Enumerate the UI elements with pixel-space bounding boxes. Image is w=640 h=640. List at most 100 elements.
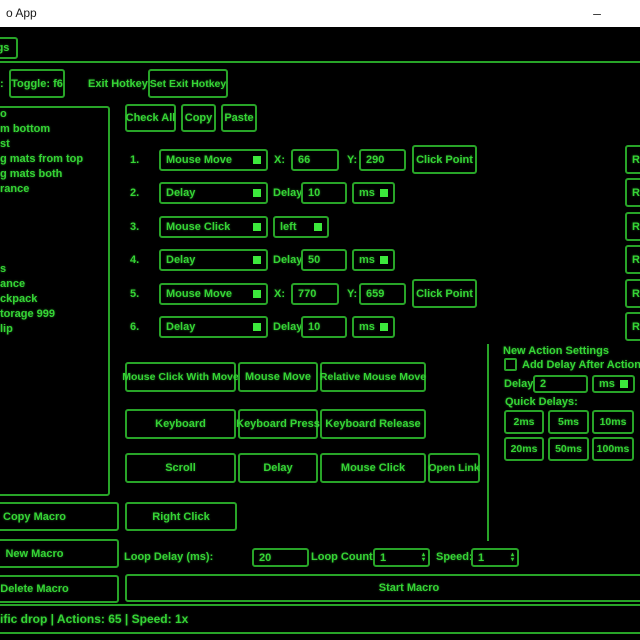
list-item[interactable]: torage 999 bbox=[0, 308, 55, 320]
list-item[interactable]: g mats both bbox=[0, 168, 62, 180]
minimize-icon[interactable]: – bbox=[584, 3, 610, 23]
y-label: Y: bbox=[347, 288, 357, 300]
action-type-dropdown[interactable]: Delay bbox=[159, 249, 268, 271]
list-item[interactable]: m bottom bbox=[0, 123, 50, 135]
add-keyboard-button[interactable]: Keyboard bbox=[125, 409, 236, 439]
copy-button[interactable]: Copy bbox=[181, 104, 216, 132]
quick-delay-100ms-button[interactable]: 100ms bbox=[592, 437, 634, 461]
dropdown-indicator-icon bbox=[253, 256, 261, 264]
row-number: 5. bbox=[130, 288, 139, 300]
add-mouse-click-button[interactable]: Mouse Click bbox=[320, 453, 426, 483]
window-title: o App bbox=[6, 6, 37, 20]
loop-delay-label: Loop Delay (ms): bbox=[124, 551, 213, 563]
x-input[interactable]: 66 bbox=[291, 149, 339, 171]
add-scroll-button[interactable]: Scroll bbox=[125, 453, 236, 483]
new-action-settings-title: New Action Settings bbox=[503, 345, 609, 357]
list-item[interactable]: rance bbox=[0, 183, 29, 195]
y-input[interactable]: 659 bbox=[359, 283, 406, 305]
click-point-button[interactable]: Click Point bbox=[412, 145, 477, 174]
add-delay-button[interactable]: Delay bbox=[238, 453, 318, 483]
loop-count-stepper[interactable]: 1 ▴▾ bbox=[373, 548, 430, 567]
loop-count-label: Loop Count: bbox=[311, 551, 376, 563]
delay-input[interactable]: 50 bbox=[301, 249, 347, 271]
set-exit-hotkey-button[interactable]: Set Exit Hotkey bbox=[148, 69, 228, 98]
new-macro-button[interactable]: New Macro bbox=[0, 539, 119, 568]
action-type-value: Delay bbox=[166, 187, 195, 199]
stepper-arrows-icon[interactable]: ▴▾ bbox=[422, 553, 425, 563]
action-type-dropdown[interactable]: Delay bbox=[159, 316, 268, 338]
dropdown-indicator-icon bbox=[620, 380, 628, 388]
add-right-click-button[interactable]: Right Click bbox=[125, 502, 237, 531]
settings-separator bbox=[487, 344, 489, 541]
copy-macro-button[interactable]: Copy Macro bbox=[0, 502, 119, 531]
add-keyboard-press-button[interactable]: Keyboard Press bbox=[238, 409, 318, 439]
remove-button[interactable]: R bbox=[625, 279, 640, 308]
add-mouse-move-button[interactable]: Mouse Move bbox=[238, 362, 318, 392]
action-type-dropdown[interactable]: Delay bbox=[159, 182, 268, 204]
add-relative-mouse-move-button[interactable]: Relative Mouse Move bbox=[320, 362, 426, 392]
add-delay-checkbox[interactable] bbox=[504, 358, 517, 371]
quick-delay-50ms-button[interactable]: 50ms bbox=[548, 437, 589, 461]
unit-dropdown[interactable]: ms bbox=[352, 182, 395, 204]
list-item[interactable]: ckpack bbox=[0, 293, 37, 305]
action-type-value: Mouse Move bbox=[166, 154, 232, 166]
mouse-button-dropdown[interactable]: left bbox=[273, 216, 329, 238]
loop-delay-input[interactable]: 20 bbox=[252, 548, 309, 567]
dropdown-indicator-icon bbox=[380, 323, 388, 331]
unit-value: ms bbox=[359, 187, 375, 199]
remove-button[interactable]: R bbox=[625, 312, 640, 341]
paste-button[interactable]: Paste bbox=[221, 104, 257, 132]
titlebar: o App – bbox=[0, 0, 640, 27]
remove-button[interactable]: R bbox=[625, 145, 640, 174]
add-mouse-click-with-move-button[interactable]: Mouse Click With Move bbox=[125, 362, 236, 392]
unit-dropdown[interactable]: ms bbox=[352, 249, 395, 271]
mouse-button-value: left bbox=[280, 221, 297, 233]
remove-button[interactable]: R bbox=[625, 178, 640, 207]
y-label: Y: bbox=[347, 154, 357, 166]
quick-delay-5ms-button[interactable]: 5ms bbox=[548, 410, 589, 434]
toggle-hotkey-label: : bbox=[0, 78, 4, 90]
delay-input[interactable]: 10 bbox=[301, 182, 347, 204]
click-point-button[interactable]: Click Point bbox=[412, 279, 477, 308]
unit-value: ms bbox=[599, 378, 615, 390]
tab-settings[interactable]: gs bbox=[0, 37, 18, 59]
add-keyboard-release-button[interactable]: Keyboard Release bbox=[320, 409, 426, 439]
quick-delay-10ms-button[interactable]: 10ms bbox=[592, 410, 634, 434]
quick-delays-label: Quick Delays: bbox=[505, 396, 578, 408]
new-delay-input[interactable]: 2 bbox=[533, 375, 588, 393]
list-item[interactable]: s bbox=[0, 263, 6, 275]
unit-dropdown[interactable]: ms bbox=[352, 316, 395, 338]
quick-delay-2ms-button[interactable]: 2ms bbox=[504, 410, 544, 434]
x-input[interactable]: 770 bbox=[291, 283, 339, 305]
dropdown-indicator-icon bbox=[253, 156, 261, 164]
toggle-hotkey-button[interactable]: Toggle: f6 bbox=[9, 69, 65, 98]
list-item[interactable]: ance bbox=[0, 278, 25, 290]
action-type-dropdown[interactable]: Mouse Move bbox=[159, 283, 268, 305]
tab-strip-divider bbox=[0, 61, 640, 63]
stepper-arrows-icon[interactable]: ▴▾ bbox=[511, 553, 514, 563]
action-type-dropdown[interactable]: Mouse Move bbox=[159, 149, 268, 171]
x-label: X: bbox=[274, 154, 285, 166]
speed-stepper[interactable]: 1 ▴▾ bbox=[471, 548, 519, 567]
list-item[interactable]: g mats from top bbox=[0, 153, 83, 165]
list-item[interactable]: lip bbox=[0, 323, 13, 335]
add-open-link-button[interactable]: Open Link bbox=[428, 453, 480, 483]
list-item[interactable]: o bbox=[0, 108, 7, 120]
delay-input[interactable]: 10 bbox=[301, 316, 347, 338]
dropdown-indicator-icon bbox=[253, 290, 261, 298]
exit-hotkey-label: Exit Hotkey: bbox=[88, 78, 152, 90]
y-input[interactable]: 290 bbox=[359, 149, 406, 171]
start-macro-button[interactable]: Start Macro bbox=[125, 574, 640, 602]
row-number: 2. bbox=[130, 187, 139, 199]
check-all-button[interactable]: Check All bbox=[125, 104, 176, 132]
list-item[interactable]: st bbox=[0, 138, 10, 150]
delete-macro-button[interactable]: Delete Macro bbox=[0, 575, 119, 603]
action-type-dropdown[interactable]: Mouse Click bbox=[159, 216, 268, 238]
remove-button[interactable]: R bbox=[625, 212, 640, 241]
action-type-value: Mouse Move bbox=[166, 288, 232, 300]
dropdown-indicator-icon bbox=[380, 189, 388, 197]
quick-delay-20ms-button[interactable]: 20ms bbox=[504, 437, 544, 461]
remove-button[interactable]: R bbox=[625, 245, 640, 274]
row-number: 3. bbox=[130, 221, 139, 233]
new-delay-unit-dropdown[interactable]: ms bbox=[592, 375, 635, 393]
